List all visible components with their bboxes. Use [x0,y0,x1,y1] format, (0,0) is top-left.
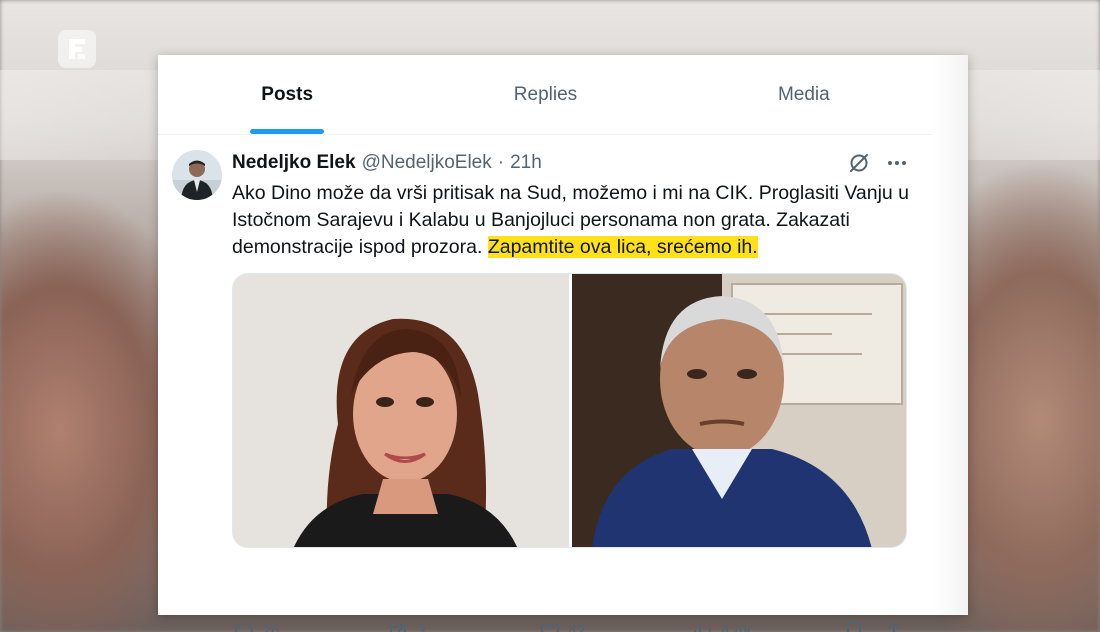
like-count: 42 [568,623,586,632]
grok-icon[interactable] [848,152,870,174]
views-count: 4.4K [721,623,754,632]
reply-icon [232,620,256,632]
profile-tabs: Posts Replies Media [158,55,933,135]
tweet-header: Nedeljko Elek @NedeljkoElek · 21h [232,152,542,174]
repost-button[interactable]: 3 [385,620,426,632]
bookmark-icon [842,620,866,632]
active-tab-indicator [250,129,325,134]
tab-replies[interactable]: Replies [416,55,674,134]
tweet-card: Posts Replies Media Nedeljko Elek @Nedel… [158,55,968,632]
share-icon [882,620,906,632]
post-time[interactable]: 21h [510,152,542,174]
views-button[interactable]: 4.4K [691,620,754,632]
repost-icon [385,620,411,632]
separator-dot: · [497,152,505,173]
more-icon[interactable] [886,152,908,174]
tab-replies-label: Replies [513,83,578,105]
author-handle[interactable]: @NedeljkoElek [362,152,492,174]
tab-media-label: Media [777,83,830,105]
share-button[interactable] [882,620,906,632]
tweet-text: Ako Dino može da vrši pritisak na Sud, m… [232,180,922,261]
photo-woman[interactable] [233,274,569,547]
tweet-actions: 26 3 42 4.4K [232,620,912,632]
views-icon [691,620,715,632]
repost-count: 3 [417,623,426,632]
reply-button[interactable]: 26 [232,620,280,632]
like-button[interactable]: 42 [538,620,586,632]
tweet-top-actions [848,152,908,174]
reply-count: 26 [262,623,280,632]
card-edge [932,55,968,615]
photo-man[interactable] [569,274,906,547]
channel-logo-icon [58,30,96,68]
tab-media[interactable]: Media [675,55,933,134]
avatar[interactable] [172,150,222,200]
author-name[interactable]: Nedeljko Elek [232,152,356,174]
tweet-text-highlight: Zapamtite ova lica, srećemo ih. [487,236,758,258]
tweet-media[interactable] [232,273,907,548]
tab-posts-label: Posts [261,83,314,105]
tweet[interactable]: Nedeljko Elek @NedeljkoElek · 21h Ako Di… [158,135,933,632]
bookmark-button[interactable] [842,620,866,632]
tab-posts[interactable]: Posts [158,55,416,134]
heart-icon [538,620,562,632]
